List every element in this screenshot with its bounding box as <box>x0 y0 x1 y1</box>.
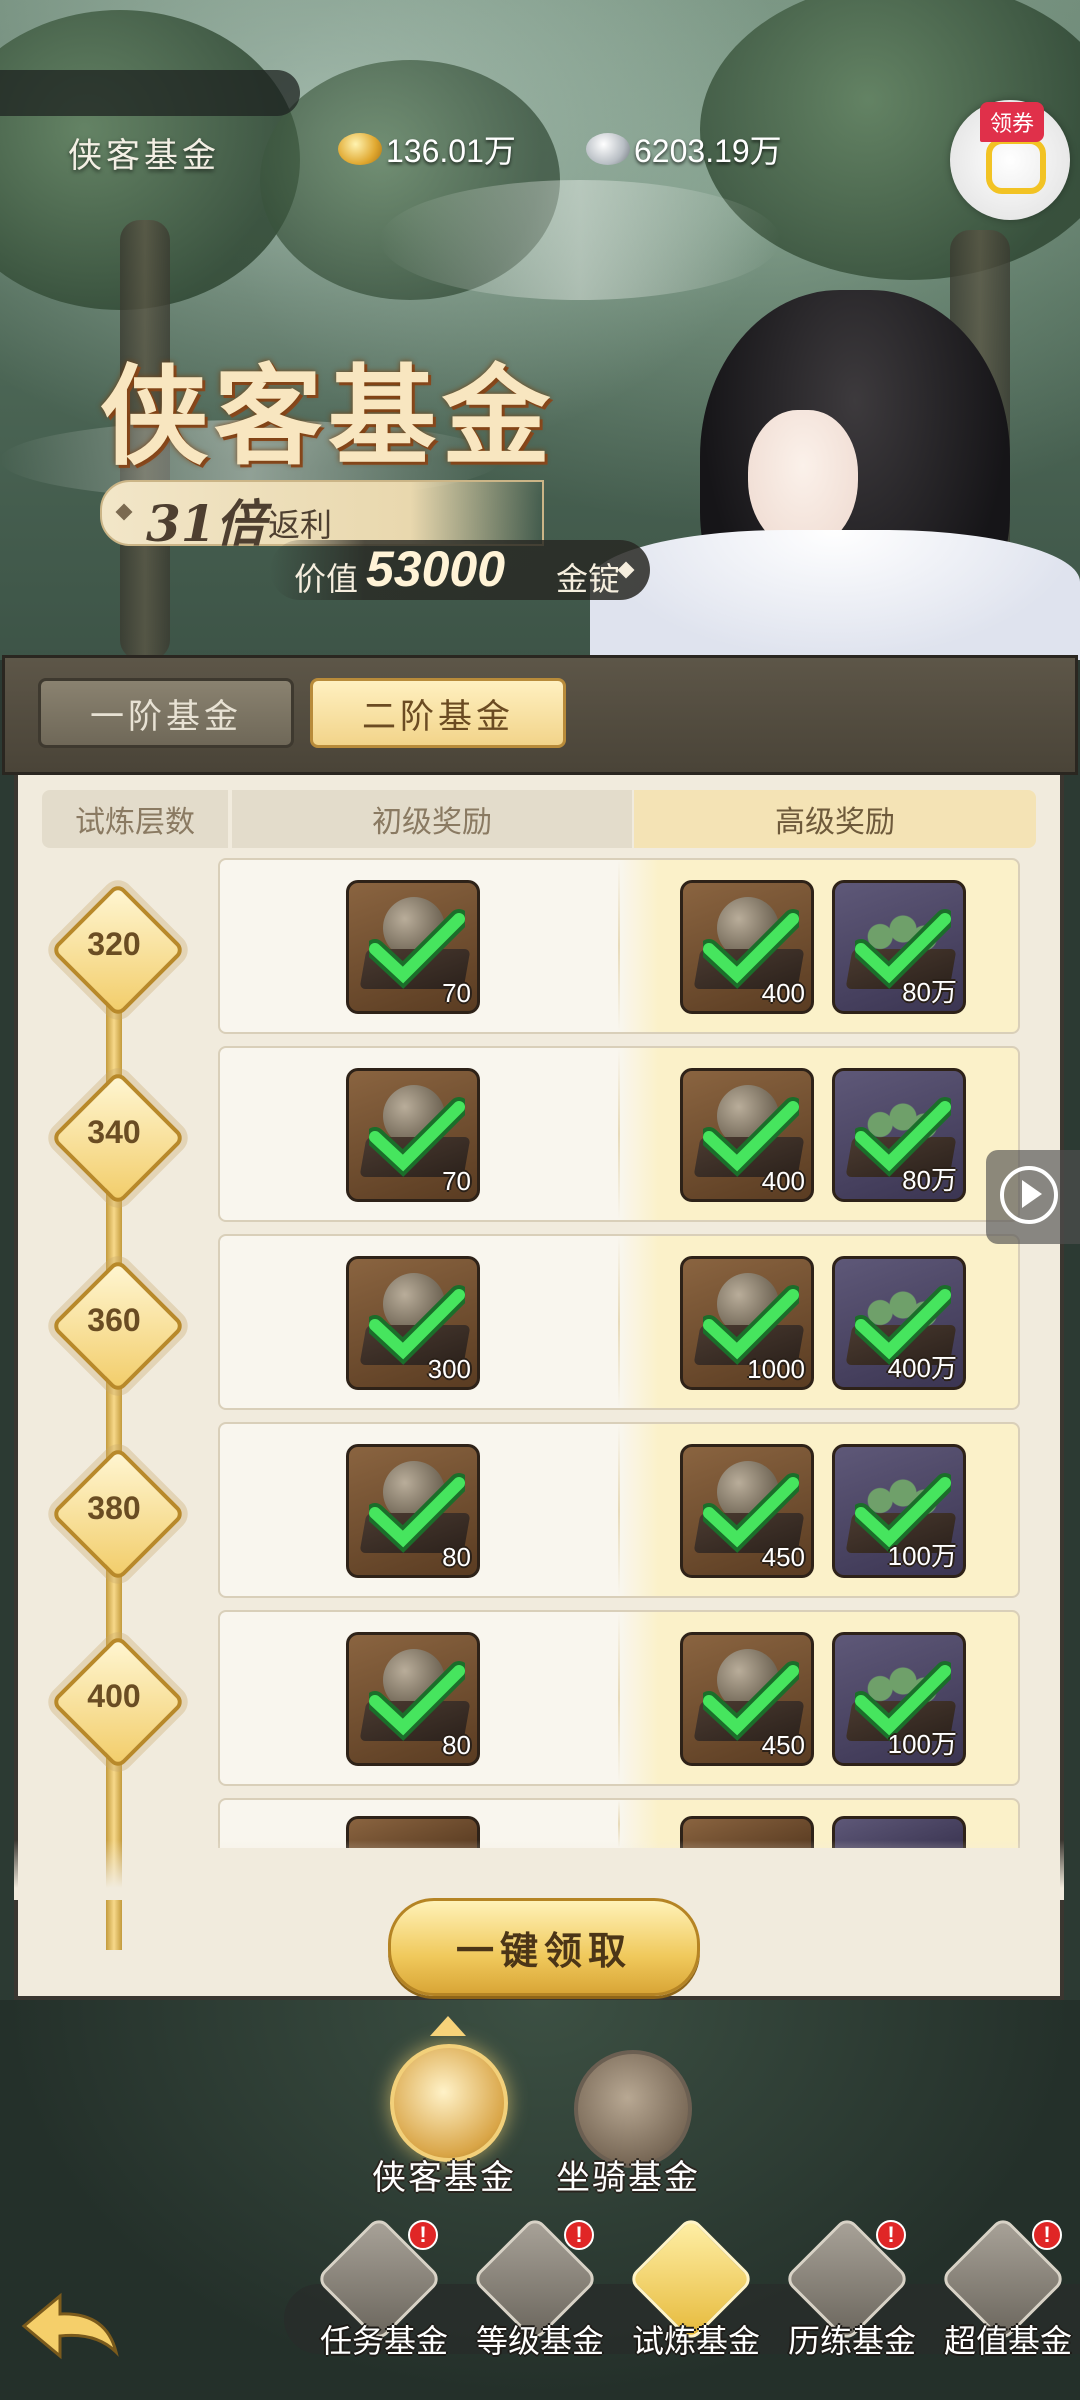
nav-level-fund[interactable]: ! 等级基金 <box>460 2215 610 2360</box>
check-icon <box>369 1661 465 1741</box>
item-quantity: 80万 <box>902 1165 957 1195</box>
reward-item-stone[interactable]: 80 <box>346 1632 480 1766</box>
check-icon <box>369 1473 465 1553</box>
multiplier-number: 31倍 <box>146 494 266 553</box>
reward-item-stone[interactable]: 1000 <box>680 1256 814 1390</box>
banner-title: 侠客基金 <box>100 354 557 480</box>
item-quantity: 400万 <box>887 1353 957 1383</box>
item-quantity: 100万 <box>887 1729 957 1759</box>
diamond-bullet-icon <box>617 561 635 579</box>
check-icon <box>703 909 799 989</box>
header-advanced-reward: 高级奖励 <box>634 790 1036 848</box>
item-quantity: 400 <box>761 978 805 1008</box>
item-quantity: 300 <box>427 1354 471 1384</box>
check-icon <box>369 909 465 989</box>
item-quantity: 80万 <box>902 977 957 1007</box>
value-ribbon: 价值 53000 金锭 <box>270 540 650 600</box>
reward-item-stone[interactable]: 450 <box>680 1444 814 1578</box>
item-quantity: 450 <box>761 1730 805 1760</box>
check-icon <box>369 1097 465 1177</box>
level-number: 380 <box>87 1490 141 1526</box>
check-icon <box>703 1097 799 1177</box>
nav-label: 等级基金 <box>475 2322 604 2360</box>
mist <box>380 180 780 300</box>
back-arrow-icon[interactable] <box>16 2286 126 2366</box>
nav-label: 任务基金 <box>319 2322 448 2360</box>
nav-label: 超值基金 <box>943 2322 1072 2360</box>
nav-training-fund[interactable]: ! 历练基金 <box>772 2215 922 2360</box>
value-amount: 53000 <box>366 541 506 597</box>
reward-item-pebbles[interactable]: 100万 <box>832 1444 966 1578</box>
gold-currency: 136.01万 <box>338 126 516 172</box>
header-basic-reward: 初级奖励 <box>232 790 632 848</box>
check-icon <box>703 1661 799 1741</box>
reward-item-stone[interactable]: 400 <box>680 1068 814 1202</box>
value-prefix: 价值 <box>294 561 359 597</box>
level-number: 400 <box>87 1678 141 1714</box>
item-quantity: 80 <box>442 1730 471 1760</box>
nav-task-fund[interactable]: ! 任务基金 <box>304 2215 454 2360</box>
mount-fund-label: 坐骑基金 <box>556 2158 700 2198</box>
alert-badge: ! <box>1032 2220 1062 2250</box>
character-robe <box>590 530 1080 660</box>
reward-item-stone[interactable]: 400 <box>680 880 814 1014</box>
item-quantity: 70 <box>442 1166 471 1196</box>
check-icon <box>369 1285 465 1365</box>
gold-amount: 136.01万 <box>386 133 516 169</box>
coupon-label: 领券 <box>980 102 1045 142</box>
silver-amount: 6203.19万 <box>634 133 782 169</box>
item-quantity: 1000 <box>747 1354 805 1384</box>
item-quantity: 70 <box>442 978 471 1008</box>
reward-item-stone[interactable]: 450 <box>680 1632 814 1766</box>
header-level: 试炼层数 <box>42 790 228 848</box>
multiplier-ribbon: 31倍 返利 <box>100 480 544 553</box>
item-quantity: 100万 <box>887 1541 957 1571</box>
character-face <box>748 410 858 550</box>
reward-item-pebbles[interactable]: 400万 <box>832 1256 966 1390</box>
alert-badge: ! <box>876 2220 906 2250</box>
knight-fund-label: 侠客基金 <box>372 2158 516 2198</box>
level-number: 340 <box>87 1114 141 1150</box>
level-number: 360 <box>87 1302 141 1338</box>
alert-badge: ! <box>564 2220 594 2250</box>
alert-badge: ! <box>408 2220 438 2250</box>
knight-fund-switch-button[interactable] <box>390 2044 508 2162</box>
tab-tier-1[interactable]: 一阶基金 <box>38 678 294 748</box>
item-quantity: 400 <box>761 1166 805 1196</box>
item-quantity: 80 <box>442 1542 471 1572</box>
reward-item-stone[interactable]: 70 <box>346 1068 480 1202</box>
reward-item-pebbles[interactable]: 100万 <box>832 1632 966 1766</box>
gamepad-icon <box>986 138 1046 194</box>
reward-item-pebbles[interactable]: 80万 <box>832 1068 966 1202</box>
level-number: 320 <box>87 926 141 962</box>
nav-value-fund[interactable]: ! 超值基金 <box>928 2215 1078 2360</box>
check-icon <box>703 1473 799 1553</box>
selected-arrow-icon <box>430 2016 466 2036</box>
tab-tier-2[interactable]: 二阶基金 <box>310 678 566 748</box>
title-bar <box>0 70 300 116</box>
reward-item-stone[interactable]: 80 <box>346 1444 480 1578</box>
item-quantity: 450 <box>761 1542 805 1572</box>
value-unit: 金锭 <box>556 561 621 597</box>
nav-trial-fund[interactable]: 试炼基金 <box>616 2215 766 2360</box>
reward-item-stone[interactable]: 300 <box>346 1256 480 1390</box>
claim-all-button[interactable]: 一键领取 <box>388 1898 700 1996</box>
diamond-bullet-icon <box>115 503 133 521</box>
reward-item-stone[interactable]: 70 <box>346 880 480 1014</box>
play-icon <box>1022 1180 1042 1208</box>
nav-label: 试炼基金 <box>631 2322 760 2360</box>
page-title: 侠客基金 <box>68 136 220 176</box>
nav-label: 历练基金 <box>787 2322 916 2360</box>
silver-currency: 6203.19万 <box>586 126 782 172</box>
check-icon <box>703 1285 799 1365</box>
list-fade <box>14 1840 1064 1900</box>
silver-ingot-icon <box>586 133 630 165</box>
gold-ingot-icon <box>338 133 382 165</box>
reward-item-pebbles[interactable]: 80万 <box>832 880 966 1014</box>
